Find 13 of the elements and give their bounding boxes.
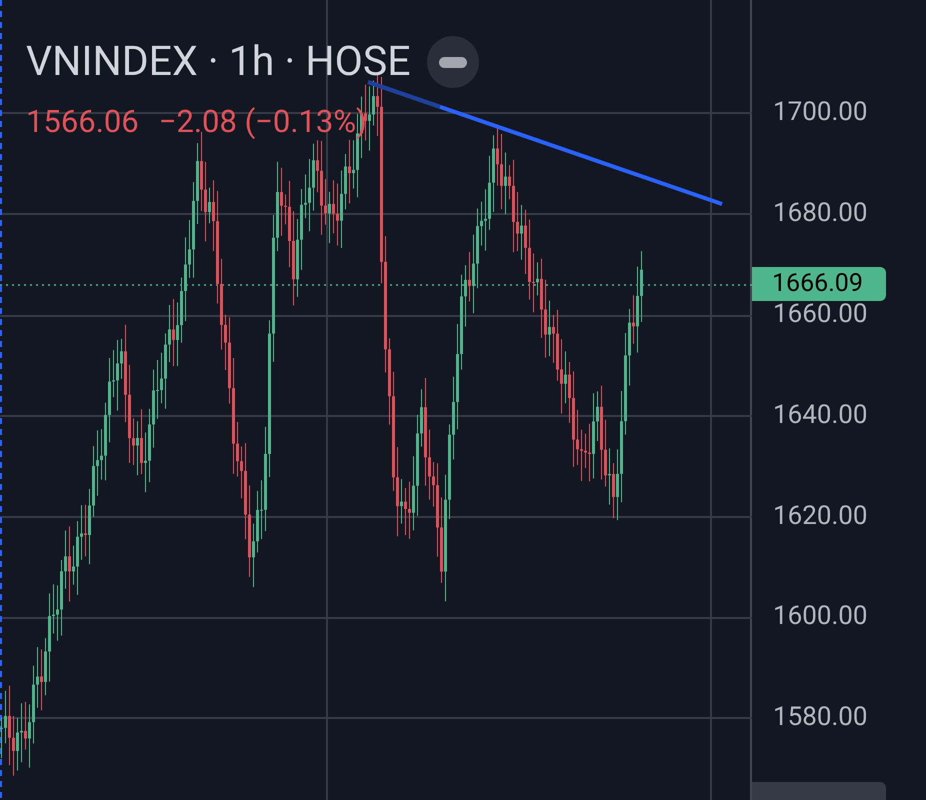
price-axis-label: 1640.00 xyxy=(773,398,868,432)
trend-line[interactable] xyxy=(367,80,723,206)
price-axis-label: 1700.00 xyxy=(773,96,868,130)
minus-icon xyxy=(438,56,466,68)
price-axis-label: 1660.00 xyxy=(773,298,868,332)
price-axis-label: 1680.00 xyxy=(773,197,868,230)
price-axis-label: 1580.00 xyxy=(773,701,868,734)
price-axis-label: 1620.00 xyxy=(773,500,868,533)
symbol-title: VNINDEX · 1h · HOSE xyxy=(26,38,410,86)
price-axis-label: 1600.00 xyxy=(773,600,868,634)
last-price: 1566.06 xyxy=(26,104,139,140)
last-price-tag: 1666.09 xyxy=(752,267,886,301)
collapse-button[interactable] xyxy=(426,36,478,88)
